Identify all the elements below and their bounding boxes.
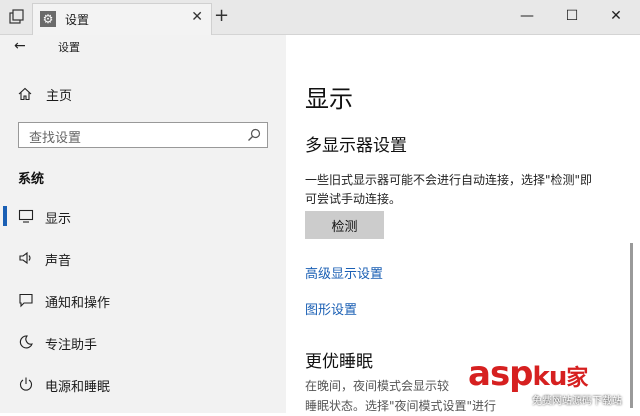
sidebar-item-label: 专注助手 (45, 338, 98, 353)
sidebar-item-label: 电源和睡眠 (45, 380, 111, 395)
tab-close-button[interactable]: ✕ (191, 9, 203, 25)
window-switch-icon[interactable] (9, 9, 25, 25)
sidebar-item-notifications[interactable]: 通知和操作 (0, 286, 286, 316)
power-icon (19, 377, 33, 391)
sidebar-item-power-sleep[interactable]: 电源和睡眠 (0, 370, 286, 400)
home-icon (18, 87, 32, 101)
sidebar-item-label: 显示 (45, 212, 72, 227)
detect-button[interactable]: 检测 (305, 211, 384, 239)
title-bar: ⚙ 设置 ✕ + — ☐ ✕ (0, 0, 640, 35)
watermark-text: asp (468, 354, 534, 394)
advanced-display-settings-link[interactable]: 高级显示设置 (305, 263, 383, 282)
maximize-button[interactable]: ☐ (562, 8, 582, 26)
watermark-logo: aspku家 (468, 354, 588, 394)
app-header-title: 设置 (58, 41, 80, 54)
multi-display-description: 一些旧式显示器可能不会进行自动连接，选择"检测"即可尝试手动连接。 (305, 173, 593, 206)
graphics-settings-link[interactable]: 图形设置 (305, 299, 357, 318)
tab-title: 设置 (65, 13, 90, 27)
back-button[interactable]: ← (14, 38, 26, 54)
search-placeholder: 查找设置 (29, 131, 82, 146)
sidebar-item-display[interactable]: 显示 (0, 202, 286, 232)
scrollbar[interactable] (630, 243, 633, 408)
search-input[interactable]: 查找设置 (18, 122, 268, 148)
sidebar-item-label: 声音 (45, 254, 72, 269)
selection-indicator (3, 206, 7, 226)
sidebar-item-label: 主页 (46, 89, 73, 104)
sidebar-item-focus-assist[interactable]: 专注助手 (0, 328, 286, 358)
section-label-system: 系统 (18, 172, 45, 187)
new-tab-button[interactable]: + (214, 7, 229, 25)
tab-settings[interactable]: ⚙ 设置 ✕ (32, 3, 212, 35)
multi-display-heading: 多显示器设置 (305, 136, 407, 156)
watermark-text-3: 家 (566, 366, 588, 391)
watermark-subtitle: 免费网站源码下载站 (532, 396, 622, 407)
sidebar-item-sound[interactable]: 声音 (0, 244, 286, 274)
monitor-icon (18, 209, 34, 223)
moon-icon (19, 335, 33, 349)
watermark-text-2: ku (532, 362, 568, 392)
better-sleep-heading: 更优睡眠 (305, 352, 373, 372)
search-icon[interactable] (247, 128, 261, 142)
sidebar: ← 设置 主页 查找设置 系统 显示 声音 通知和操作 专注助手 电源和睡眠 (0, 35, 286, 413)
minimize-button[interactable]: — (517, 8, 537, 26)
sidebar-item-label: 通知和操作 (45, 296, 111, 311)
page-title: 显示 (305, 85, 353, 113)
speaker-icon (19, 251, 31, 265)
gear-icon: ⚙ (40, 11, 56, 27)
notification-icon (19, 293, 33, 308)
close-button[interactable]: ✕ (606, 8, 626, 26)
